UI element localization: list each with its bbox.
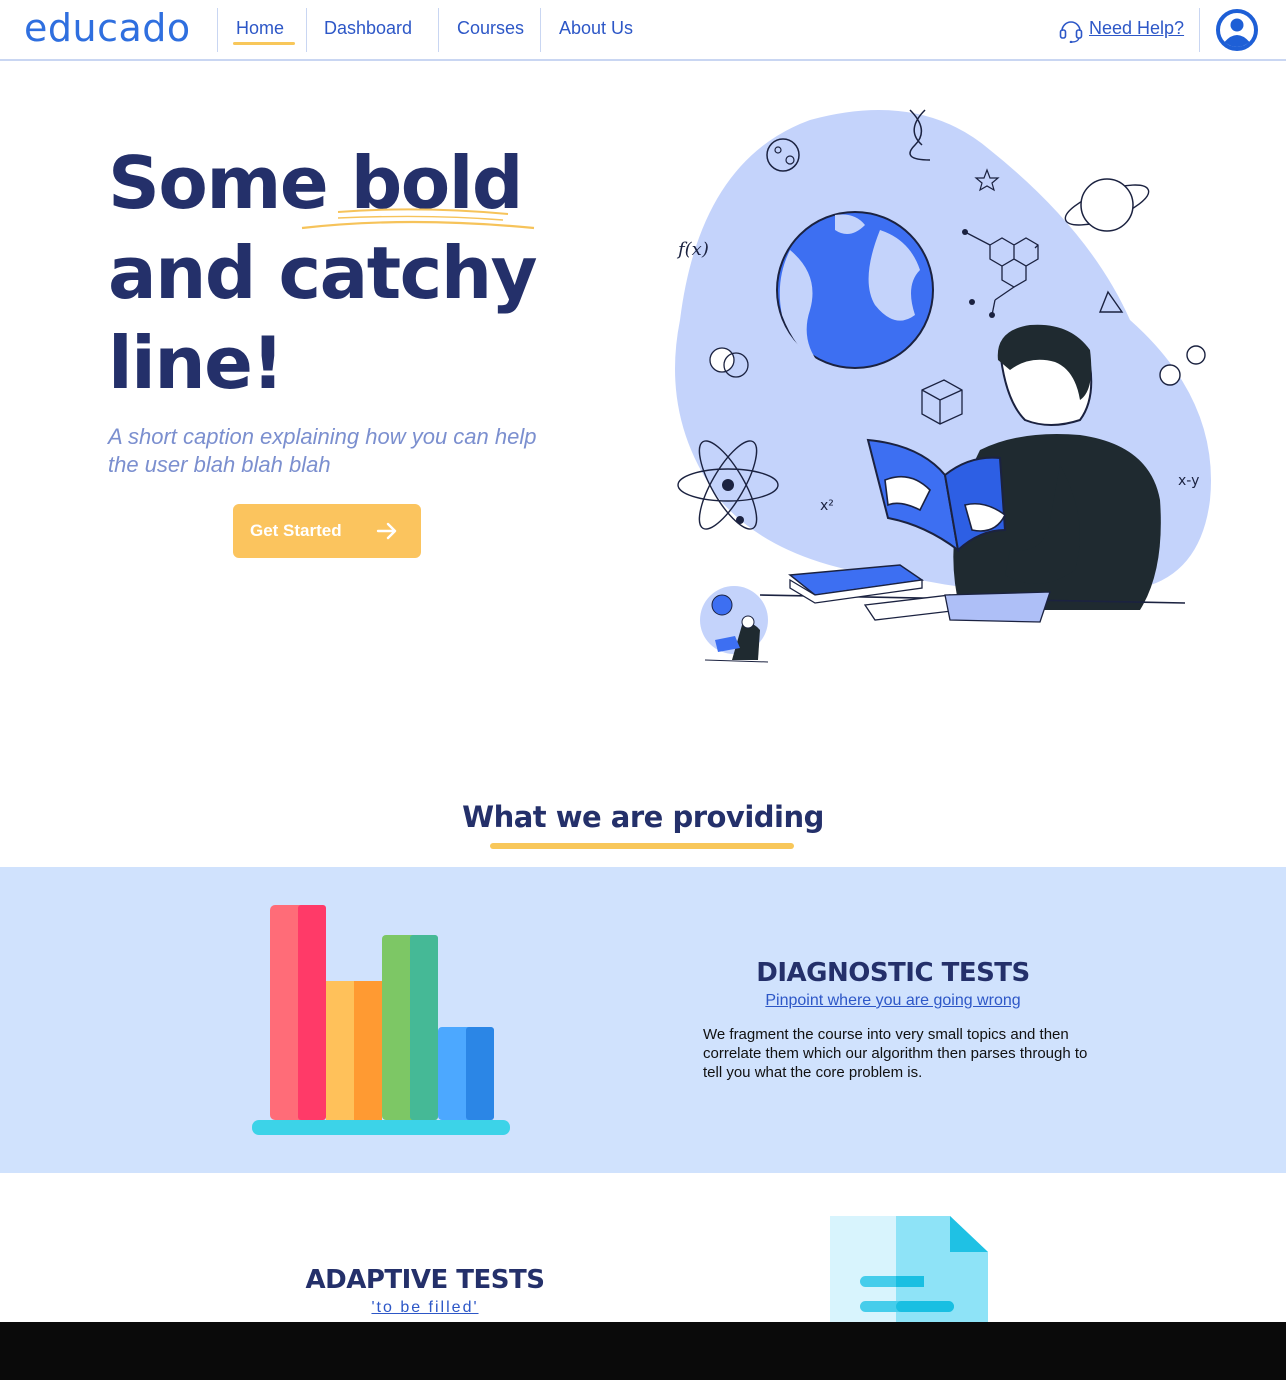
active-nav-indicator bbox=[233, 42, 295, 45]
headset-icon[interactable] bbox=[1058, 17, 1084, 43]
user-avatar-icon[interactable] bbox=[1215, 8, 1259, 52]
logo[interactable]: educado bbox=[24, 6, 191, 50]
arrow-right-icon bbox=[376, 522, 397, 540]
svg-text:x-y: x-y bbox=[1178, 473, 1199, 489]
hero-title: Some bold and catchy line! bbox=[108, 138, 568, 408]
diagnostic-feature-band bbox=[0, 867, 1286, 1173]
student-reading-illustration: f(x) x-y x² bbox=[675, 109, 1211, 663]
nav-link-about-us[interactable]: About Us bbox=[559, 18, 633, 39]
top-nav: educado Home Dashboard Courses About Us … bbox=[0, 0, 1286, 61]
nav-separator bbox=[217, 8, 218, 52]
diagnostic-tests-heading: DIAGNOSTIC TESTS bbox=[756, 958, 1030, 988]
adaptive-tests-heading: ADAPTIVE TESTS bbox=[305, 1265, 545, 1295]
document-icon bbox=[830, 1216, 988, 1322]
section-title: What we are providing bbox=[462, 800, 824, 834]
get-started-button[interactable]: Get Started bbox=[233, 504, 421, 558]
get-started-label: Get Started bbox=[250, 521, 342, 540]
hero-caption: A short caption explaining how you can h… bbox=[108, 424, 537, 477]
nav-separator bbox=[438, 8, 439, 52]
highlight-scribble bbox=[301, 208, 535, 230]
page: educado Home Dashboard Courses About Us … bbox=[0, 0, 1286, 1322]
bar-chart-illustration bbox=[252, 905, 510, 1135]
nav-separator bbox=[1199, 8, 1200, 52]
adaptive-tests-link[interactable]: 'to be filled' bbox=[230, 1299, 620, 1317]
svg-text:f(x): f(x) bbox=[676, 239, 709, 260]
diagnostic-tests-description: We fragment the course into very small t… bbox=[703, 1026, 1088, 1081]
nav-separator bbox=[306, 8, 307, 52]
nav-link-courses[interactable]: Courses bbox=[457, 18, 524, 39]
svg-text:x²: x² bbox=[820, 498, 834, 514]
nav-link-home[interactable]: Home bbox=[236, 18, 284, 39]
hero-title-line: line! bbox=[108, 321, 284, 405]
nav-separator bbox=[540, 8, 541, 52]
section-title-underline bbox=[490, 843, 794, 849]
nav-link-dashboard[interactable]: Dashboard bbox=[324, 18, 412, 39]
need-help-link[interactable]: Need Help? bbox=[1089, 18, 1184, 39]
diagnostic-tests-link[interactable]: Pinpoint where you are going wrong bbox=[686, 992, 1100, 1010]
screen-bottom-bar bbox=[0, 1322, 1286, 1380]
hero-title-line: and catchy bbox=[108, 231, 538, 315]
